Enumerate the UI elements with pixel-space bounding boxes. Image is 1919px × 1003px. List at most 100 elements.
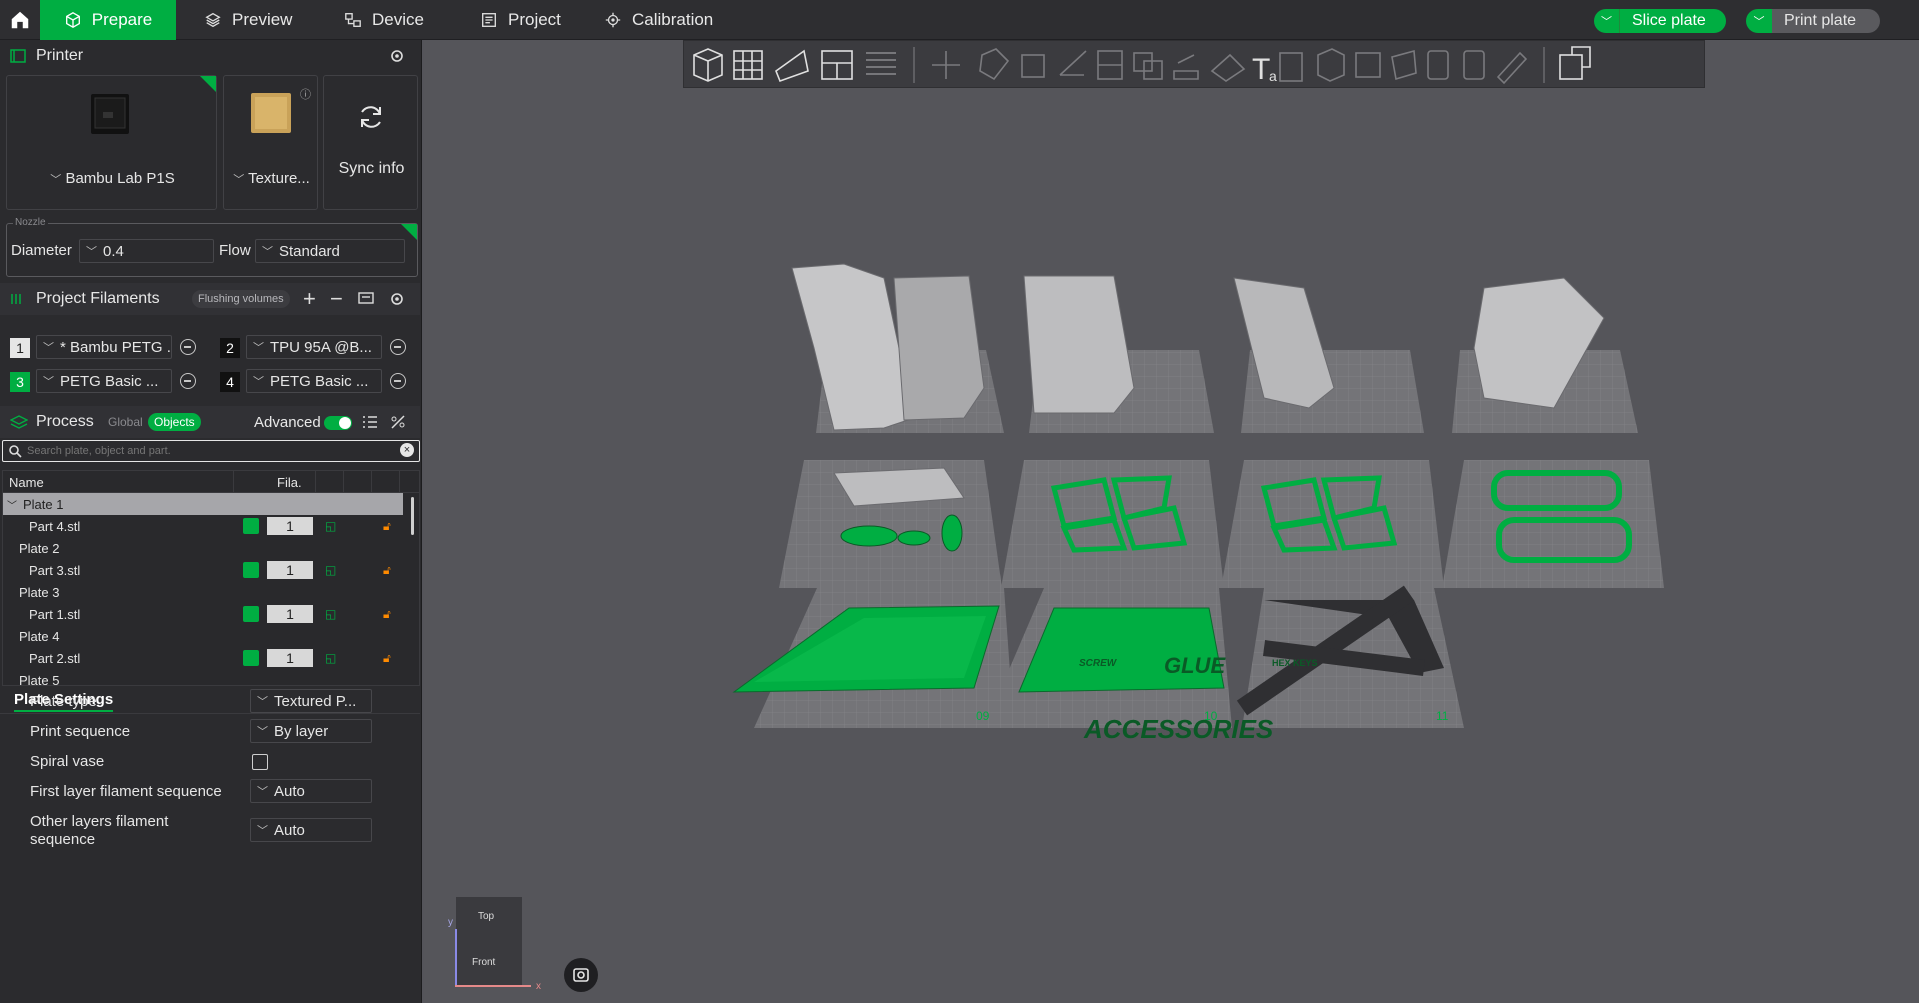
part-filament-box[interactable]: 1	[267, 605, 313, 623]
slice-plate-button[interactable]: ﹀ Slice plate	[1594, 9, 1726, 33]
remove-circle-icon[interactable]	[390, 339, 406, 355]
spiral-vase-checkbox[interactable]	[252, 754, 268, 770]
diameter-select[interactable]: ﹀ 0.4	[79, 239, 214, 263]
top-bar: Prepare Preview Device Project Calibrati…	[0, 0, 1919, 40]
part-visible-checkbox[interactable]	[243, 518, 259, 534]
process-global-tab[interactable]: Global	[108, 415, 143, 429]
lock-icon[interactable]: 🔓︎	[383, 563, 391, 578]
tab-preview[interactable]: Preview	[184, 0, 312, 40]
remove-circle-icon[interactable]	[180, 339, 196, 355]
support-paint-icon[interactable]: ◱	[325, 519, 336, 533]
list-icon[interactable]	[362, 415, 378, 429]
tree-plate-row[interactable]: ﹀ Plate 1	[3, 493, 403, 515]
lock-icon[interactable]: 🔓︎	[383, 651, 391, 666]
sync-info-label: Sync info	[338, 160, 405, 177]
tab-prepare[interactable]: Prepare	[40, 0, 176, 40]
tree-plate-row[interactable]: Plate 2	[3, 537, 403, 559]
part-filament-box[interactable]: 1	[267, 649, 313, 667]
first-layer-sequence-select[interactable]: ﹀ Auto	[250, 779, 372, 803]
filament-icon	[11, 294, 21, 304]
flushing-volumes-button[interactable]: Flushing volumes	[192, 290, 290, 308]
clear-search-icon[interactable]: ×	[400, 443, 414, 457]
part-filament-box[interactable]: 1	[267, 517, 313, 535]
tab-calibration[interactable]: Calibration	[584, 0, 733, 40]
remove-circle-icon[interactable]	[180, 373, 196, 389]
search-field[interactable]: ×	[2, 440, 420, 462]
gear-icon[interactable]	[389, 291, 405, 307]
reset-view-button[interactable]	[564, 958, 598, 992]
support-paint-icon[interactable]: ◱	[325, 651, 336, 665]
print-dropdown[interactable]: ﹀	[1746, 9, 1772, 33]
tab-project-label: Project	[508, 10, 561, 29]
part-filament-box[interactable]: 1	[267, 561, 313, 579]
diameter-label: Diameter	[11, 242, 72, 259]
filament-select-1[interactable]: ﹀ * Bambu PETG ...	[36, 335, 172, 359]
process-objects-tab[interactable]: Objects	[148, 413, 201, 431]
printer-title: Printer	[36, 47, 84, 64]
info-icon[interactable]: ⓘ	[300, 86, 311, 102]
part-visible-checkbox[interactable]	[243, 650, 259, 666]
nozzle-legend: Nozzle	[13, 217, 48, 228]
plate-number: 09	[976, 709, 990, 723]
part-label: Part 1.stl	[29, 606, 81, 622]
view-cube-top[interactable]: Top	[478, 911, 494, 922]
column-fila: Fila.	[277, 475, 302, 490]
filament-number: 4	[220, 372, 240, 392]
plate-type-select[interactable]: ﹀ Textured P...	[250, 689, 372, 713]
plate-row-1	[791, 263, 1638, 433]
remove-circle-icon[interactable]	[390, 373, 406, 389]
view-cube[interactable]: Top Front y x	[448, 897, 541, 992]
tab-project[interactable]: Project	[460, 0, 581, 40]
part-visible-checkbox[interactable]	[243, 606, 259, 622]
chevron-down-icon: ﹀	[257, 696, 268, 708]
support-paint-icon[interactable]: ◱	[325, 607, 336, 621]
other-layers-sequence-select[interactable]: ﹀ Auto	[250, 818, 372, 842]
column-name: Name	[9, 475, 44, 490]
part-visible-checkbox[interactable]	[243, 562, 259, 578]
slice-dropdown[interactable]: ﹀	[1594, 9, 1620, 33]
tree-part-row[interactable]: Part 4.stl 1 ◱ 🔓︎	[3, 515, 403, 537]
filament-name: * Bambu PETG ...	[60, 338, 172, 356]
tab-preview-label: Preview	[232, 10, 293, 29]
home-button[interactable]	[0, 0, 40, 40]
tab-device[interactable]: Device	[324, 0, 444, 40]
lock-icon[interactable]: 🔓︎	[383, 607, 391, 622]
lock-icon[interactable]: 🔓︎	[383, 519, 391, 534]
plate-type-card[interactable]: ⓘ ﹀ Texture...	[223, 75, 318, 210]
filament-select-3[interactable]: ﹀ PETG Basic ...	[36, 369, 172, 393]
object-tree: Name Fila. ﹀ Plate 1 Part 4.stl 1 ◱ 🔓︎ P…	[2, 470, 420, 686]
chevron-down-icon: ﹀	[43, 342, 54, 354]
print-plate-button[interactable]: ﹀ Print plate	[1746, 9, 1881, 33]
gear-icon[interactable]	[389, 48, 405, 64]
tree-part-row[interactable]: Part 3.stl 1 ◱ 🔓︎	[3, 559, 403, 581]
support-paint-icon[interactable]: ◱	[325, 563, 336, 577]
tree-plate-row[interactable]: Plate 5	[3, 669, 403, 686]
sidebar: Printer ﹀ Bambu Lab P1S ⓘ ﹀ Texture... S…	[0, 40, 422, 1003]
printer-card[interactable]: ﹀ Bambu Lab P1S	[6, 75, 217, 210]
flow-select[interactable]: ﹀ Standard	[255, 239, 405, 263]
spiral-vase-label: Spiral vase	[30, 753, 105, 770]
print-sequence-select[interactable]: ﹀ By layer	[250, 719, 372, 743]
plate-label: Plate 4	[19, 628, 60, 644]
remove-filament-icon[interactable]: −	[330, 286, 343, 312]
tree-plate-row[interactable]: Plate 3	[3, 581, 403, 603]
filament-select-4[interactable]: ﹀ PETG Basic ...	[246, 369, 382, 393]
tree-part-row[interactable]: Part 2.stl 1 ◱ 🔓︎	[3, 647, 403, 669]
view-cube-front[interactable]: Front	[472, 957, 495, 968]
plates-scene: GLUE ACCESSORIES SCREW HEX KEYS 09 10 11	[732, 263, 1664, 744]
tree-part-row[interactable]: Part 1.stl 1 ◱ 🔓︎	[3, 603, 403, 625]
filament-select-2[interactable]: ﹀ TPU 95A @B...	[246, 335, 382, 359]
filament-sync-icon[interactable]	[358, 292, 374, 306]
search-input[interactable]	[27, 442, 387, 459]
printer-icon	[10, 49, 26, 63]
tree-plate-row[interactable]: Plate 4	[3, 625, 403, 647]
compare-icon[interactable]	[390, 415, 406, 429]
plate-type-label: Plate type	[30, 693, 97, 710]
model-text-accessories: ACCESSORIES	[1083, 714, 1274, 744]
add-filament-icon[interactable]: +	[303, 286, 316, 312]
sync-info-button[interactable]: Sync info	[323, 75, 418, 210]
tree-scrollbar[interactable]	[411, 497, 414, 535]
selected-corner-mark	[200, 76, 216, 92]
plate-type-value: Textured P...	[274, 692, 357, 710]
advanced-toggle[interactable]	[324, 416, 352, 430]
